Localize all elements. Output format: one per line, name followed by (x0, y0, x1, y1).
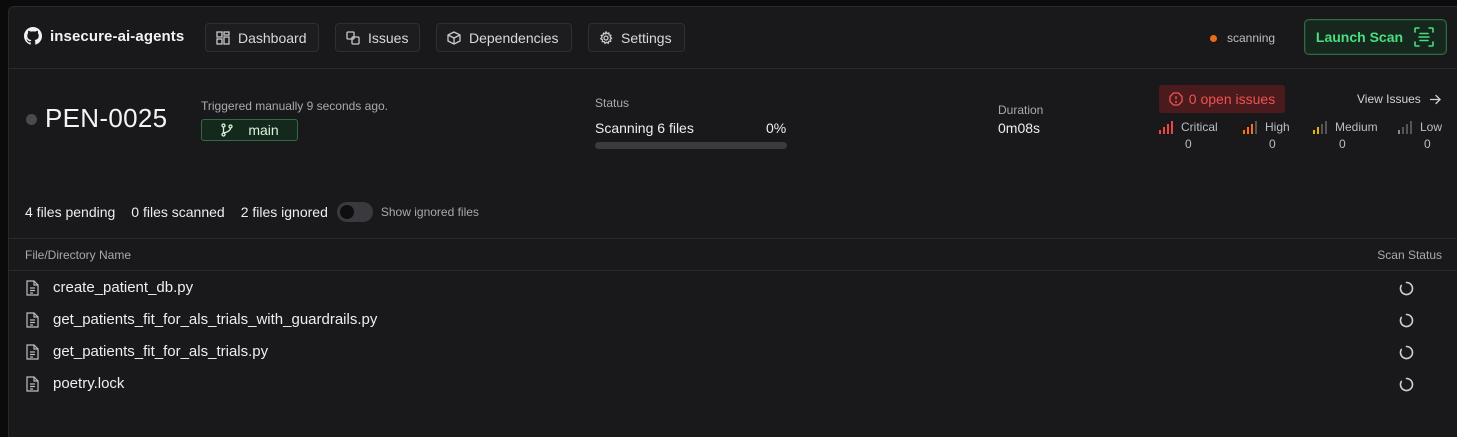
alert-octagon-icon (1169, 92, 1183, 106)
severity-high: High 0 (1243, 120, 1323, 151)
severity-medium-label: Medium (1335, 120, 1378, 134)
scan-state-label: scanning (1227, 31, 1276, 45)
column-header-name[interactable]: File/Directory Name (25, 248, 131, 262)
severity-low-label: Low (1420, 120, 1443, 134)
nav-issues-label: Issues (368, 29, 409, 46)
nav-issues-button[interactable]: Issues (335, 23, 420, 52)
github-icon (24, 27, 42, 45)
severity-high-label: High (1265, 120, 1290, 134)
app-window: insecure-ai-agents Dashboard Issues Depe… (8, 6, 1457, 437)
files-ignored: 2 files ignored (240, 204, 328, 220)
severity-critical-count: 0 (1185, 137, 1192, 151)
duration-value: 0m08s (998, 120, 1041, 136)
scan-state-indicator: scanning (1210, 31, 1275, 45)
view-issues-label: View Issues (1357, 92, 1421, 106)
file-icon (26, 376, 39, 392)
launch-scan-button[interactable]: Launch Scan (1304, 19, 1447, 55)
view-issues-link[interactable]: View Issues (1357, 92, 1442, 106)
top-navbar: insecure-ai-agents Dashboard Issues Depe… (9, 7, 1457, 69)
nav-dashboard-button[interactable]: Dashboard (205, 23, 319, 52)
table-row[interactable]: get_patients_fit_for_als_trials.py (9, 336, 1457, 368)
column-header-status[interactable]: Scan Status (1377, 248, 1442, 262)
severity-low-count: 0 (1424, 137, 1431, 151)
signal-bars-medium-icon (1313, 120, 1327, 134)
file-icon (26, 280, 39, 296)
severity-high-count: 0 (1269, 137, 1276, 151)
issues-icon (346, 30, 360, 45)
open-issues-badge[interactable]: 0 open issues (1159, 85, 1285, 113)
status-label: Status (595, 96, 630, 110)
show-ignored-toggle[interactable] (336, 202, 373, 222)
scan-icon (1414, 27, 1434, 47)
toggle-knob (339, 205, 354, 219)
files-summary: 4 files pending 0 files scanned 2 files … (25, 202, 495, 222)
brand[interactable]: insecure-ai-agents (24, 27, 184, 45)
table-row[interactable]: poetry.lock (9, 368, 1457, 400)
nav-dashboard-label: Dashboard (238, 29, 307, 46)
app-name: insecure-ai-agents (50, 27, 185, 45)
launch-scan-label: Launch Scan (1315, 29, 1404, 45)
branch-name: main (248, 122, 279, 138)
run-id: PEN-0025 (45, 103, 168, 133)
table-header: File/Directory Name Scan Status (9, 238, 1457, 271)
arrow-right-icon (1429, 94, 1441, 104)
nav-settings-label: Settings (621, 29, 672, 46)
severity-critical: Critical 0 (1159, 120, 1239, 151)
open-issues-text: 0 open issues (1188, 91, 1276, 107)
loading-spinner-icon (1399, 281, 1414, 296)
git-branch-icon (221, 123, 233, 137)
severity-critical-label: Critical (1181, 120, 1218, 134)
signal-bars-high-icon (1243, 120, 1257, 134)
scan-progress-bar (595, 142, 787, 149)
package-icon (447, 30, 461, 45)
severity-medium: Medium 0 (1313, 120, 1393, 151)
file-icon (26, 344, 39, 360)
scanning-dot-icon (1210, 34, 1217, 42)
file-name: get_patients_fit_for_als_trials.py (53, 343, 269, 360)
nav-settings-button[interactable]: Settings (588, 23, 685, 52)
triggered-text: Triggered manually 9 seconds ago. (201, 99, 388, 113)
run-status-dot-icon (26, 114, 37, 125)
files-scanned: 0 files scanned (131, 204, 225, 220)
nav-dependencies-button[interactable]: Dependencies (436, 23, 572, 52)
table-row[interactable]: create_patient_db.py (9, 272, 1457, 304)
progress-percent: 0% (766, 120, 787, 136)
table-row[interactable]: get_patients_fit_for_als_trials_with_gua… (9, 304, 1457, 336)
severity-low: Low 0 (1398, 120, 1454, 151)
severity-medium-count: 0 (1339, 137, 1346, 151)
file-icon (26, 312, 39, 328)
file-name: create_patient_db.py (53, 279, 194, 296)
loading-spinner-icon (1399, 345, 1414, 360)
signal-bars-critical-icon (1159, 120, 1173, 134)
file-name: get_patients_fit_for_als_trials_with_gua… (53, 311, 378, 328)
duration-label: Duration (998, 103, 1044, 117)
file-name: poetry.lock (53, 375, 125, 392)
status-text: Scanning 6 files (595, 120, 694, 136)
signal-bars-low-icon (1398, 120, 1412, 134)
nav-dependencies-label: Dependencies (469, 29, 559, 46)
files-pending: 4 files pending (25, 204, 116, 220)
loading-spinner-icon (1399, 377, 1414, 392)
loading-spinner-icon (1399, 313, 1414, 328)
branch-badge[interactable]: main (201, 119, 298, 141)
dashboard-icon (216, 30, 230, 45)
gear-icon (599, 30, 613, 44)
show-ignored-label: Show ignored files (380, 205, 479, 219)
